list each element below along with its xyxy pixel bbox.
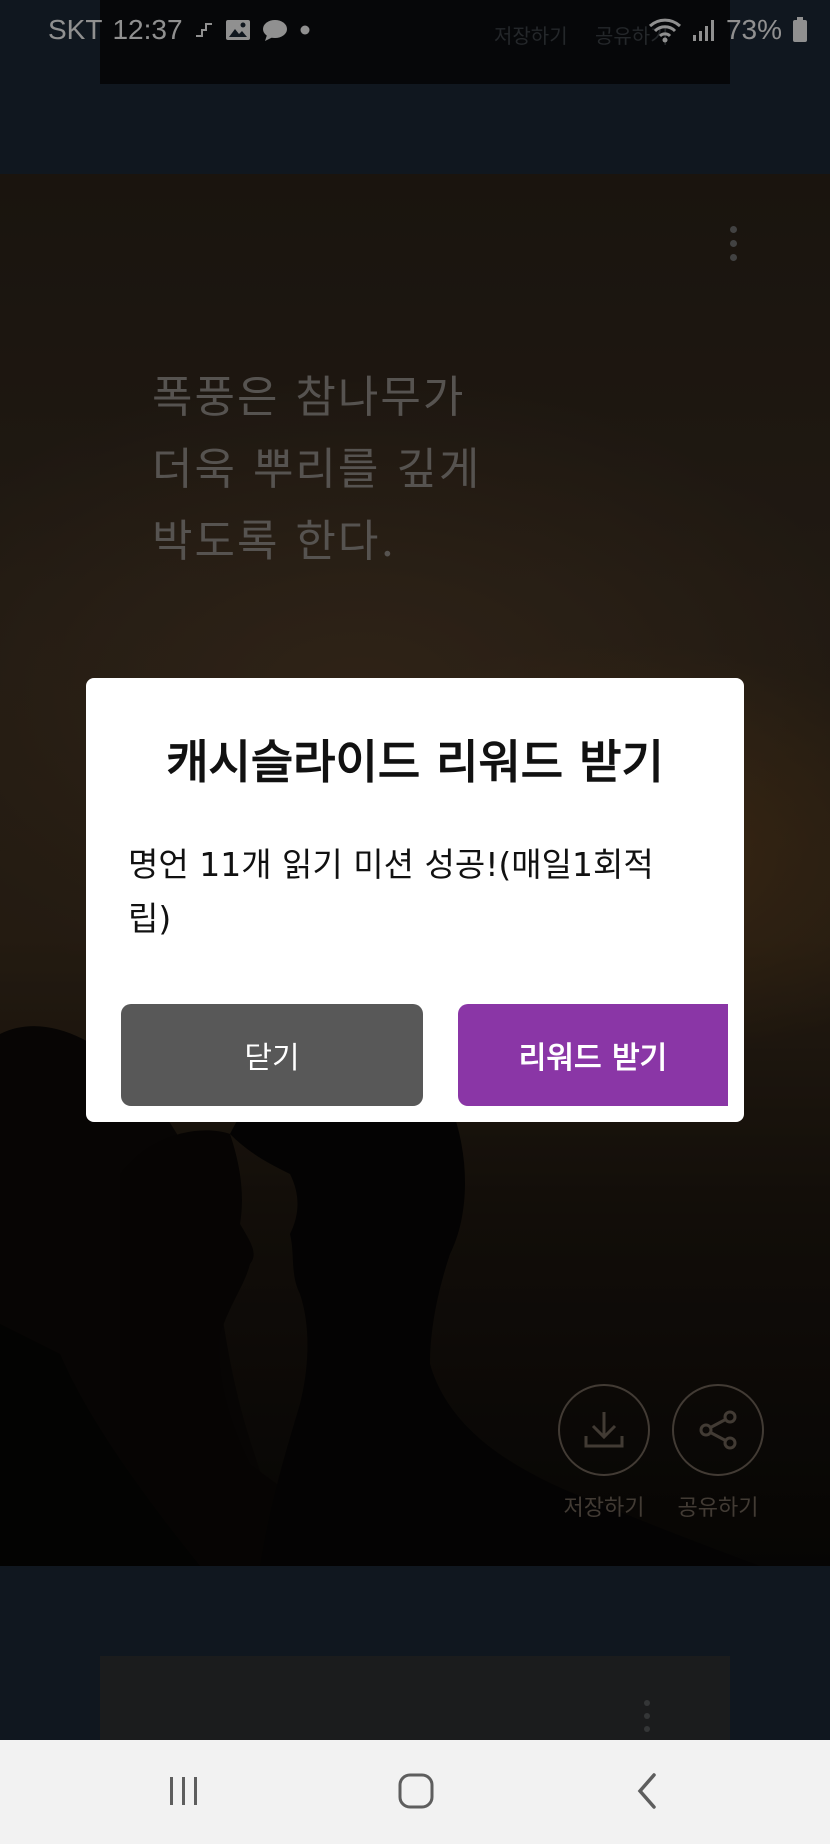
screen: 저장하기 공유하기 SKT 12:37 73% 폭풍은 참나무가 더욱 뿌리를 …	[0, 0, 830, 1844]
recent-apps-button[interactable]	[154, 1766, 214, 1816]
close-button[interactable]: 닫기	[121, 1004, 423, 1106]
reward-dialog: 캐시슬라이드 리워드 받기 명언 11개 읽기 미션 성공!(매일1회적립) 닫…	[86, 678, 744, 1122]
dialog-message: 명언 11개 읽기 미션 성공!(매일1회적립)	[128, 845, 654, 938]
dialog-title: 캐시슬라이드 리워드 받기	[166, 735, 664, 789]
reward-button[interactable]: 리워드 받기	[458, 1004, 728, 1106]
back-button[interactable]	[618, 1766, 678, 1816]
home-button[interactable]	[386, 1766, 446, 1816]
home-icon	[398, 1773, 434, 1809]
recent-apps-icon	[170, 1777, 197, 1805]
back-icon	[637, 1773, 656, 1809]
navigation-bar	[0, 1740, 830, 1844]
